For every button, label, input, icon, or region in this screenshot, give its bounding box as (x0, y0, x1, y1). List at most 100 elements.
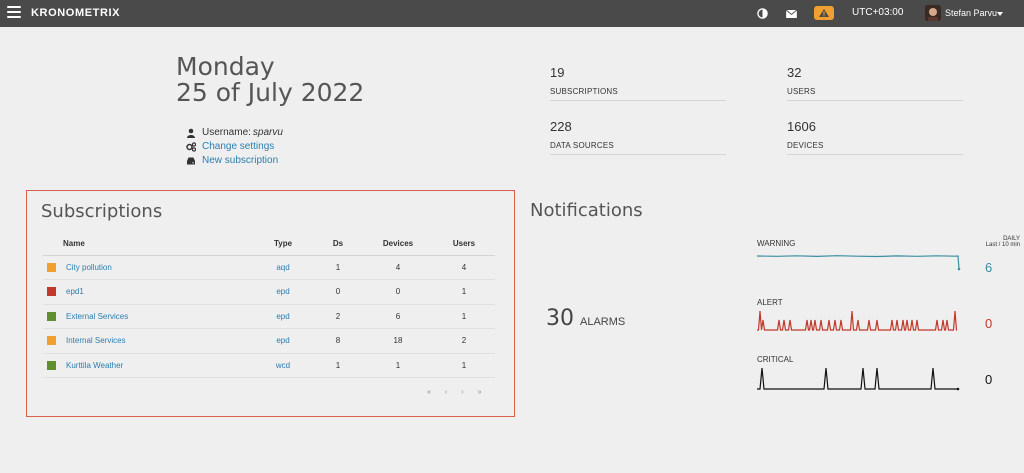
devices-cell: 4 (363, 255, 433, 280)
username-value: sparvu (252, 127, 283, 138)
table-row[interactable]: Kurttila Weather wcd 1 1 1 (43, 353, 495, 378)
pager-last[interactable]: » (478, 389, 482, 396)
type-link[interactable]: epd (276, 287, 289, 296)
subscription-name-cell: Kurttila Weather (43, 353, 253, 378)
subscriptions-table: Name Type Ds Devices Users City pollutio… (43, 233, 495, 378)
ds-cell: 1 (313, 255, 363, 280)
users-cell: 1 (433, 304, 495, 329)
type-link[interactable]: epd (276, 336, 289, 345)
status-swatch (47, 287, 56, 297)
table-row[interactable]: External Services epd 2 6 1 (43, 304, 495, 329)
stat-data-sources: 228 DATA SOURCES (550, 119, 726, 155)
devices-cell: 6 (363, 304, 433, 329)
users-cell: 1 (433, 279, 495, 305)
subscription-name-cell: epd1 (43, 279, 253, 305)
ds-cell: 8 (313, 328, 363, 354)
menu-icon[interactable] (7, 6, 21, 20)
subscription-link[interactable]: Kurttila Weather (66, 361, 123, 370)
daily-range: DAILY Last / 10 min (940, 236, 1020, 248)
pager-first[interactable]: « (427, 389, 431, 396)
devices-cell: 0 (363, 279, 433, 305)
stat-label: SUBSCRIPTIONS (550, 87, 618, 96)
mail-icon[interactable] (786, 10, 797, 18)
users-cell: 2 (433, 328, 495, 354)
stat-value: 19 (550, 65, 565, 80)
table-row[interactable]: City pollution aqd 1 4 4 (43, 255, 495, 280)
pager-prev[interactable]: ‹ (445, 389, 447, 396)
table-header-row: Name Type Ds Devices Users (43, 233, 495, 256)
change-settings-row[interactable]: Change settings (186, 141, 274, 152)
user-icon (187, 128, 195, 138)
type-cell: wcd (253, 353, 313, 378)
ds-cell: 2 (313, 304, 363, 329)
column-header-ds[interactable]: Ds (313, 233, 363, 256)
alert-sparkline[interactable] (757, 308, 962, 334)
stat-label: DEVICES (787, 141, 824, 150)
subscription-name-cell: External Services (43, 304, 253, 329)
type-link[interactable]: epd (276, 312, 289, 321)
warning-value: 6 (985, 260, 993, 275)
subscription-link[interactable]: City pollution (66, 263, 112, 272)
notifications-title: Notifications (530, 200, 643, 221)
alarms-label: ALARMS (580, 316, 626, 328)
table-row[interactable]: Internal Services epd 8 18 2 (43, 328, 495, 354)
brand-logo[interactable]: KRONOMETRIX (31, 7, 120, 19)
subscription-link[interactable]: Internal Services (66, 336, 126, 345)
alerts-button[interactable] (814, 6, 834, 20)
caret-down-icon[interactable] (997, 12, 1003, 16)
stat-subscriptions: 19 SUBSCRIPTIONS (550, 65, 726, 101)
column-header-type[interactable]: Type (253, 233, 313, 256)
new-subscription-link[interactable]: New subscription (202, 155, 278, 166)
critical-sparkline[interactable] (757, 364, 962, 392)
avatar[interactable] (925, 5, 941, 21)
type-cell: epd (253, 279, 313, 305)
type-cell: epd (253, 328, 313, 354)
warning-sparkline[interactable] (757, 248, 962, 272)
type-cell: epd (253, 304, 313, 329)
pager-next[interactable]: › (461, 389, 463, 396)
status-swatch (47, 336, 56, 346)
column-header-users[interactable]: Users (433, 233, 495, 256)
stat-devices: 1606 DEVICES (787, 119, 963, 155)
date-heading: 25 of July 2022 (176, 78, 365, 107)
ds-cell: 1 (313, 353, 363, 378)
subscriptions-panel: Subscriptions Name Type Ds Devices Users… (26, 190, 515, 417)
status-swatch (47, 360, 56, 370)
subscription-name-cell: Internal Services (43, 328, 253, 354)
stat-value: 1606 (787, 119, 816, 134)
timezone-label[interactable]: UTC+03:00 (852, 7, 903, 18)
user-menu-name[interactable]: Stefan Parvu (945, 8, 997, 18)
new-subscription-row[interactable]: New subscription (186, 155, 278, 166)
weekday-heading: Monday (176, 52, 275, 81)
critical-label: CRITICAL (757, 355, 794, 364)
hdd-icon (187, 157, 195, 164)
subscription-name-cell: City pollution (43, 255, 253, 280)
users-cell: 4 (433, 255, 495, 280)
devices-cell: 1 (363, 353, 433, 378)
subscription-link[interactable]: epd1 (66, 287, 84, 296)
status-swatch (47, 262, 56, 272)
stat-value: 32 (787, 65, 802, 80)
alert-value: 0 (985, 316, 993, 331)
column-header-name[interactable]: Name (43, 233, 253, 256)
username-label: Username: (202, 127, 251, 138)
table-row[interactable]: epd1 epd 0 0 1 (43, 279, 495, 305)
gears-icon (186, 141, 196, 152)
alert-label: ALERT (757, 298, 783, 307)
status-swatch (47, 311, 56, 321)
subscription-link[interactable]: External Services (66, 312, 128, 321)
username-row: Username: sparvu (186, 127, 283, 138)
type-link[interactable]: aqd (276, 263, 289, 272)
type-link[interactable]: wcd (276, 361, 290, 370)
stat-label: DATA SOURCES (550, 141, 614, 150)
contrast-icon[interactable] (757, 8, 768, 19)
stat-value: 228 (550, 119, 572, 134)
column-header-devices[interactable]: Devices (363, 233, 433, 256)
warning-icon (819, 9, 829, 17)
stat-label: USERS (787, 87, 816, 96)
warning-label: WARNING (757, 239, 796, 248)
avatar-image (925, 5, 941, 21)
top-navbar: KRONOMETRIX UTC+03:00 Stefan Parvu (0, 0, 1024, 27)
change-settings-link[interactable]: Change settings (202, 141, 274, 152)
devices-cell: 18 (363, 328, 433, 354)
